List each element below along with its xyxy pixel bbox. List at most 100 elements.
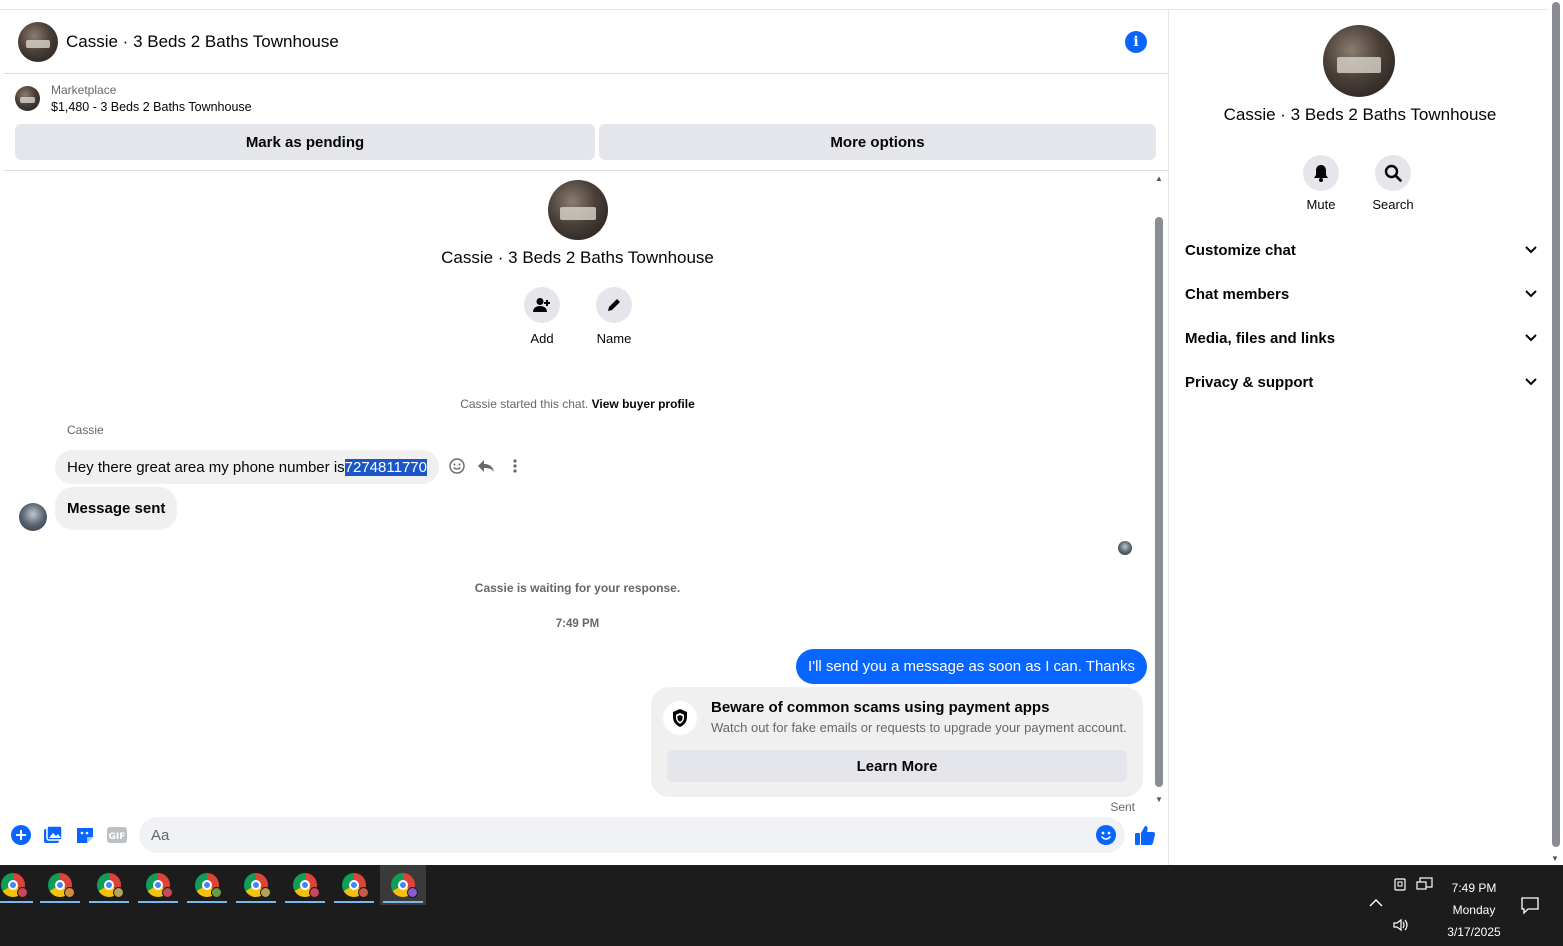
- volume-icon[interactable]: [1392, 917, 1410, 936]
- outgoing-message[interactable]: I'll send you a message as soon as I can…: [796, 649, 1147, 684]
- composer: GIF: [4, 815, 1169, 855]
- chevron-down-icon: [1525, 331, 1537, 345]
- taskbar-chrome-9[interactable]: [380, 865, 426, 905]
- page-scrollbar[interactable]: ▼: [1549, 0, 1563, 865]
- sent-status: Sent: [1110, 800, 1135, 814]
- section-label: Customize chat: [1185, 241, 1296, 259]
- message-list: Cassie · 3 Beds 2 Baths Townhouse Add Na…: [4, 172, 1169, 814]
- learn-more-button[interactable]: Learn More: [667, 750, 1127, 782]
- taskbar-chrome-1[interactable]: [0, 865, 36, 905]
- sticker-icon[interactable]: [74, 824, 96, 846]
- scam-subtitle: Watch out for fake emails or requests to…: [711, 720, 1127, 735]
- bell-icon[interactable]: [1303, 155, 1339, 191]
- react-icon[interactable]: [449, 458, 465, 479]
- sidebar-name: Cassie · 3 Beds 2 Baths Townhouse: [1223, 105, 1497, 124]
- message-timestamp: 7:49 PM: [555, 618, 600, 630]
- message-text: Hey there great area my phone number is: [67, 458, 345, 476]
- clock[interactable]: 7:49 PM Monday 3/17/2025: [1436, 877, 1512, 943]
- message-text-2: Message sent: [67, 500, 166, 517]
- chevron-down-icon: [1525, 243, 1537, 257]
- listing-thumbnail: [15, 86, 40, 111]
- gif-icon[interactable]: GIF: [106, 824, 128, 846]
- section-label: Privacy & support: [1185, 373, 1314, 391]
- chevron-up-icon[interactable]: [1368, 897, 1384, 911]
- add-person-icon[interactable]: [524, 287, 560, 323]
- chat-scrollbar[interactable]: ▲ ▼: [1154, 172, 1164, 805]
- add-label: Add: [530, 331, 554, 346]
- display-icon[interactable]: [1416, 877, 1434, 896]
- chevron-down-icon: [1525, 287, 1537, 301]
- scroll-down-icon[interactable]: ▼: [1154, 795, 1164, 805]
- top-strip: [0, 0, 1563, 10]
- add-people[interactable]: Add: [512, 287, 572, 346]
- page-scroll-thumb[interactable]: [1552, 2, 1560, 847]
- clock-day: Monday: [1452, 903, 1496, 917]
- taskbar-chrome-8[interactable]: [331, 865, 377, 905]
- notification-icon[interactable]: [1520, 895, 1540, 918]
- details-sidebar: Cassie · 3 Beds 2 Baths Townhouse Mute S…: [1170, 10, 1550, 865]
- name-label: Name: [596, 331, 632, 346]
- shield-icon: [663, 701, 697, 735]
- taskbar-chrome-3[interactable]: [86, 865, 132, 905]
- outgoing-text: I'll send you a message as soon as I can…: [808, 658, 1135, 675]
- waiting-notice: Cassie is waiting for your response.: [474, 581, 681, 595]
- chat-avatar[interactable]: [18, 21, 58, 62]
- info-icon[interactable]: i: [1125, 31, 1147, 53]
- scroll-up-icon[interactable]: ▲: [1154, 174, 1164, 184]
- clock-time: 7:49 PM: [1451, 881, 1497, 895]
- phone-number-selected[interactable]: 7274811770: [344, 458, 427, 476]
- section-media-files-links[interactable]: Media, files and links: [1185, 322, 1537, 354]
- section-chat-members[interactable]: Chat members: [1185, 278, 1537, 310]
- section-label: Media, files and links: [1185, 329, 1336, 347]
- reply-icon[interactable]: [477, 458, 495, 479]
- search-icon[interactable]: [1375, 155, 1411, 191]
- mute-label: Mute: [1306, 197, 1336, 212]
- chat-started-notice: Cassie started this chat. View buyer pro…: [4, 397, 1151, 411]
- page-scroll-down-icon[interactable]: ▼: [1551, 854, 1559, 863]
- taskbar-chrome-5[interactable]: [184, 865, 230, 905]
- marketplace-bar: Marketplace $1,480 - 3 Beds 2 Baths Town…: [4, 74, 1169, 171]
- section-customize-chat[interactable]: Customize chat: [1185, 234, 1537, 266]
- chevron-down-icon: [1525, 375, 1537, 389]
- incoming-message-2[interactable]: Message sent: [55, 487, 178, 530]
- message-input[interactable]: [139, 817, 1125, 853]
- mute-action[interactable]: Mute: [1291, 155, 1351, 212]
- chat-panel: Cassie · 3 Beds 2 Baths Townhouse i Mark…: [4, 10, 1169, 865]
- taskbar-chrome-2[interactable]: [37, 865, 83, 905]
- more-vertical-icon[interactable]: [507, 458, 523, 479]
- search-action[interactable]: Search: [1363, 155, 1423, 212]
- taskbar-chrome-7[interactable]: [282, 865, 328, 905]
- listing-price: $1,480 - 3 Beds 2 Baths Townhouse: [51, 100, 252, 114]
- seen-avatar: [1118, 541, 1132, 555]
- plus-icon[interactable]: [10, 824, 32, 846]
- more-options-button[interactable]: More options: [599, 124, 1156, 160]
- sender-avatar[interactable]: [19, 503, 47, 531]
- mark-pending-button[interactable]: Mark as pending: [15, 124, 595, 160]
- pencil-icon[interactable]: [596, 287, 632, 323]
- scam-title: Beware of common scams using payment app…: [711, 699, 1050, 716]
- photo-icon[interactable]: [42, 824, 64, 846]
- marketplace-label: Marketplace: [51, 83, 117, 97]
- conversation-avatar: [547, 180, 608, 240]
- section-privacy-support[interactable]: Privacy & support: [1185, 366, 1537, 398]
- sidebar-avatar: [1323, 25, 1395, 97]
- sender-name: Cassie: [67, 423, 104, 437]
- view-buyer-profile-link[interactable]: View buyer profile: [592, 397, 695, 411]
- edit-name[interactable]: Name: [584, 287, 644, 346]
- search-label: Search: [1372, 197, 1414, 212]
- taskbar: 7:49 PM Monday 3/17/2025: [0, 865, 1563, 946]
- message-actions: [449, 458, 523, 479]
- clock-date: 3/17/2025: [1447, 925, 1501, 939]
- network-icon[interactable]: [1392, 877, 1408, 896]
- chat-started-text: Cassie started this chat.: [460, 397, 589, 411]
- svg-text:GIF: GIF: [109, 832, 126, 842]
- thumbs-up-icon[interactable]: [1134, 824, 1156, 846]
- chat-title[interactable]: Cassie · 3 Beds 2 Baths Townhouse: [66, 32, 339, 52]
- scroll-thumb[interactable]: [1155, 217, 1163, 787]
- conversation-name: Cassie · 3 Beds 2 Baths Townhouse: [441, 248, 714, 267]
- taskbar-chrome-4[interactable]: [135, 865, 181, 905]
- incoming-message[interactable]: Hey there great area my phone number is …: [55, 450, 439, 484]
- taskbar-chrome-6[interactable]: [233, 865, 279, 905]
- emoji-icon[interactable]: [1095, 824, 1117, 846]
- listing-info[interactable]: Marketplace $1,480 - 3 Beds 2 Baths Town…: [15, 83, 252, 114]
